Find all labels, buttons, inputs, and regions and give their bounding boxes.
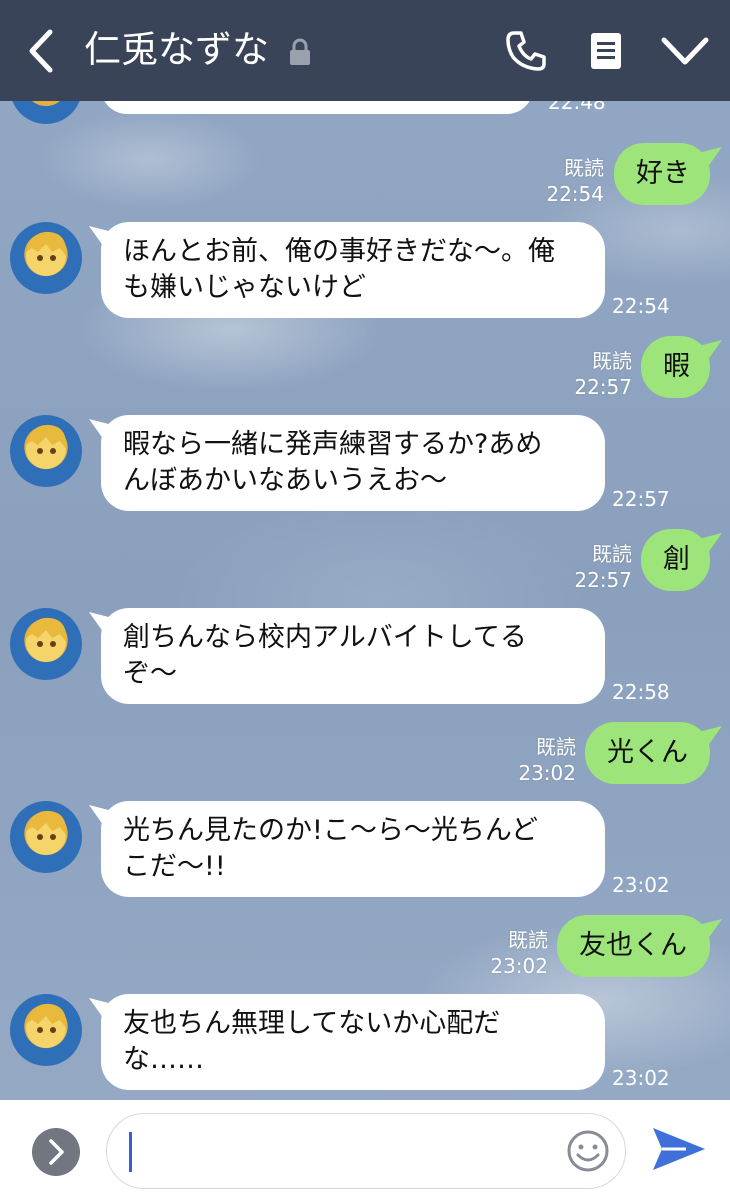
outgoing-message-bubble[interactable]: 友也くん bbox=[557, 915, 710, 977]
message-text-line: な…… bbox=[123, 1044, 204, 1075]
outgoing-message-bubble[interactable]: 創 bbox=[641, 529, 710, 591]
chevron-right-icon bbox=[49, 1139, 64, 1165]
read-receipt: 既読 bbox=[508, 928, 548, 952]
message-text-line: んぼあかいなあいうえお〜 bbox=[123, 465, 447, 496]
message-time: 22:57 bbox=[574, 568, 632, 592]
phone-icon bbox=[506, 31, 546, 71]
outgoing-message-bubble[interactable]: 光くん bbox=[585, 722, 710, 784]
chat-title: 仁兎なずな bbox=[84, 28, 269, 71]
message-text-line: も嫌いじゃないけど bbox=[123, 272, 366, 303]
lock-icon bbox=[289, 38, 311, 66]
message-text-line: ほんとお前、俺の事好きだな〜。俺 bbox=[123, 236, 555, 267]
message-time: 23:02 bbox=[612, 873, 670, 897]
message-time: 22:58 bbox=[612, 680, 670, 704]
message-time: 22:57 bbox=[574, 375, 632, 399]
message-time: 23:02 bbox=[490, 954, 548, 978]
emoji-button[interactable] bbox=[565, 1128, 611, 1174]
incoming-message-bubble[interactable]: 暇なら一緒に発声練習するか?あめ んぼあかいなあいうえお〜 bbox=[101, 415, 605, 511]
text-cursor bbox=[129, 1132, 132, 1172]
message-input-bar bbox=[0, 1100, 730, 1200]
message-text-line: 暇なら一緒に発声練習するか?あめ bbox=[123, 429, 543, 460]
message-input[interactable] bbox=[106, 1113, 626, 1189]
read-receipt: 既読 bbox=[592, 542, 632, 566]
back-button[interactable] bbox=[22, 28, 62, 74]
outgoing-message-bubble[interactable]: 好き bbox=[614, 143, 710, 205]
message-text-line: 光ちん見たのか!こ〜ら〜光ちんど bbox=[123, 815, 539, 846]
notes-icon bbox=[591, 33, 621, 69]
message-time: 22:54 bbox=[612, 294, 670, 318]
send-icon bbox=[653, 1128, 705, 1170]
avatar[interactable] bbox=[10, 415, 82, 487]
message-text-line: ぞ〜 bbox=[123, 658, 177, 689]
message-time: 22:54 bbox=[546, 182, 604, 206]
chevron-down-icon bbox=[661, 37, 709, 65]
message-time: 22:57 bbox=[612, 487, 670, 511]
incoming-message-bubble[interactable]: ほんとお前、俺の事好きだな〜。俺 も嫌いじゃないけど bbox=[101, 222, 605, 318]
message-time: 23:02 bbox=[518, 761, 576, 785]
avatar[interactable] bbox=[10, 222, 82, 294]
incoming-message-bubble[interactable]: 友也ちん無理してないか心配だ な…… bbox=[101, 994, 605, 1090]
message-text-line: 創ちんなら校内アルバイトしてる bbox=[123, 622, 527, 653]
expand-button[interactable] bbox=[32, 1128, 80, 1176]
avatar[interactable] bbox=[10, 994, 82, 1066]
read-receipt: 既読 bbox=[536, 735, 576, 759]
smiley-icon bbox=[567, 1130, 609, 1172]
avatar[interactable] bbox=[10, 608, 82, 680]
outgoing-message-bubble[interactable]: 暇 bbox=[641, 336, 710, 398]
avatar[interactable] bbox=[10, 801, 82, 873]
chat-header: 仁兎なずな bbox=[0, 0, 730, 101]
read-receipt: 既読 bbox=[592, 349, 632, 373]
menu-button[interactable] bbox=[660, 36, 710, 66]
message-text-line: こだ〜!! bbox=[123, 851, 226, 882]
message-time: 23:02 bbox=[612, 1066, 670, 1090]
notes-button[interactable] bbox=[590, 32, 622, 70]
chevron-left-icon bbox=[29, 29, 53, 73]
incoming-message-bubble[interactable]: 創ちんなら校内アルバイトしてる ぞ〜 bbox=[101, 608, 605, 704]
call-button[interactable] bbox=[505, 30, 547, 72]
send-button[interactable] bbox=[650, 1124, 708, 1174]
read-receipt: 既読 bbox=[564, 156, 604, 180]
incoming-message-bubble[interactable]: 光ちん見たのか!こ〜ら〜光ちんど こだ〜!! bbox=[101, 801, 605, 897]
message-text-line: 友也ちん無理してないか心配だ bbox=[123, 1008, 501, 1039]
